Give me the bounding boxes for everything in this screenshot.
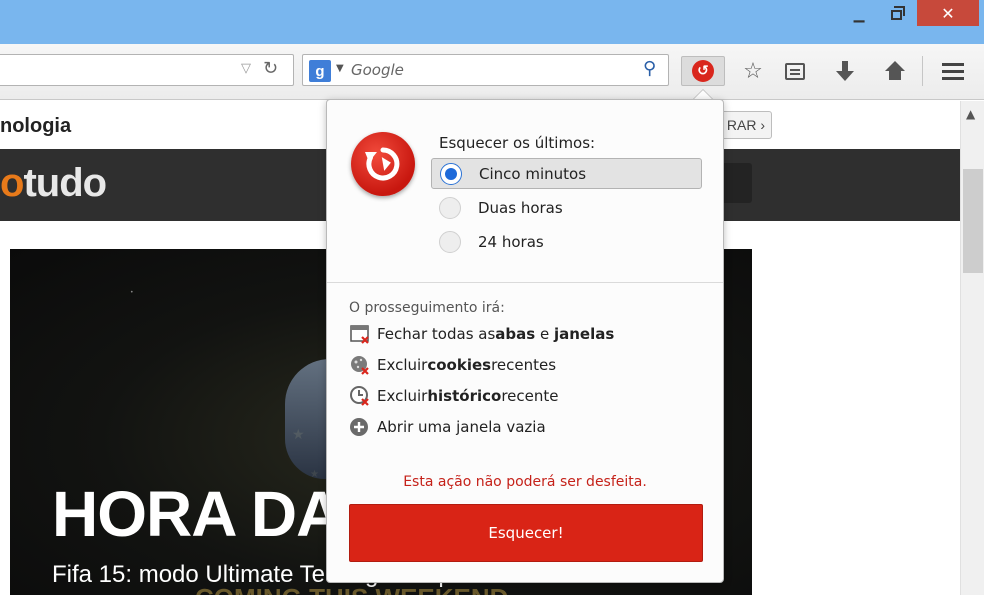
- action-open-empty-window: Abrir uma janela vazia: [349, 416, 546, 438]
- search-icon[interactable]: ⚲: [643, 58, 656, 79]
- search-input[interactable]: [351, 58, 631, 82]
- page-scrollbar[interactable]: ▲: [960, 101, 984, 595]
- window-titlebar: ▁ ✕: [0, 0, 984, 44]
- toolbar-separator: [922, 56, 923, 86]
- option-24-hours[interactable]: 24 horas: [431, 226, 702, 257]
- url-dropdown-icon[interactable]: ▽: [241, 61, 251, 76]
- undo-warning: Esta ação não poderá ser desfeita.: [403, 474, 647, 490]
- forget-toolbar-button[interactable]: ↺: [681, 56, 725, 86]
- bookmarks-list-button[interactable]: [780, 58, 810, 84]
- section-title: nologia: [0, 115, 72, 137]
- reload-icon[interactable]: ↻: [263, 58, 278, 79]
- download-arrow-icon: [836, 61, 854, 81]
- star-icon: ☆: [743, 58, 763, 84]
- minimize-icon: ▁: [853, 7, 865, 23]
- option-five-minutes[interactable]: Cinco minutos: [431, 158, 702, 189]
- action-close-tabs: Fechar todas as abas e janelas: [349, 323, 614, 345]
- close-window-button[interactable]: ✕: [917, 0, 979, 26]
- cookie-delete-icon: [349, 354, 371, 376]
- radio-button[interactable]: [439, 230, 461, 253]
- home-icon: [885, 61, 905, 81]
- forget-icon: ↺: [692, 60, 714, 82]
- site-logo[interactable]: otudo: [0, 161, 107, 206]
- page-nav-button[interactable]: RAR ›: [720, 111, 772, 139]
- restore-icon: [890, 6, 905, 20]
- plus-circle-icon: [349, 416, 371, 438]
- forget-button[interactable]: Esquecer!: [349, 504, 703, 562]
- engine-dropdown-icon[interactable]: ▼: [336, 63, 344, 74]
- scroll-up-icon[interactable]: ▲: [966, 107, 975, 121]
- panel-divider: [327, 282, 723, 283]
- google-engine-icon[interactable]: g: [309, 60, 331, 82]
- restore-button[interactable]: [878, 0, 914, 30]
- menu-button[interactable]: [938, 58, 968, 84]
- close-tabs-icon: [349, 323, 371, 345]
- downloads-button[interactable]: [830, 58, 860, 84]
- proceed-label: O prosseguimento irá:: [349, 300, 505, 316]
- radio-button[interactable]: [440, 162, 462, 185]
- forget-panel: Esquecer os últimos: Cinco minutos Duas …: [326, 99, 724, 583]
- decor-star-icon: •: [130, 289, 134, 296]
- hero-title: HORA DA: [52, 478, 342, 550]
- url-bar[interactable]: ▽ ↻: [0, 54, 294, 86]
- forget-period-label: Esquecer os últimos:: [439, 134, 596, 152]
- hamburger-menu-icon: [942, 69, 964, 73]
- close-icon: ✕: [941, 3, 955, 23]
- navigation-toolbar: ▽ ↻ g ▼ ⚲ ↺ ☆: [0, 44, 984, 100]
- minimize-button[interactable]: ▁: [842, 0, 876, 30]
- forget-large-icon: [351, 132, 415, 196]
- scroll-thumb[interactable]: [963, 169, 983, 273]
- home-button[interactable]: [880, 58, 910, 84]
- action-delete-history: Excluir histórico recente: [349, 385, 559, 407]
- bookmark-star-button[interactable]: ☆: [738, 58, 768, 84]
- search-bar[interactable]: g ▼ ⚲: [302, 54, 669, 86]
- action-delete-cookies: Excluir cookies recentes: [349, 354, 556, 376]
- radio-button[interactable]: [439, 196, 461, 219]
- option-two-hours[interactable]: Duas horas: [431, 192, 702, 223]
- history-delete-icon: [349, 385, 371, 407]
- bookmarks-list-icon: [785, 62, 805, 80]
